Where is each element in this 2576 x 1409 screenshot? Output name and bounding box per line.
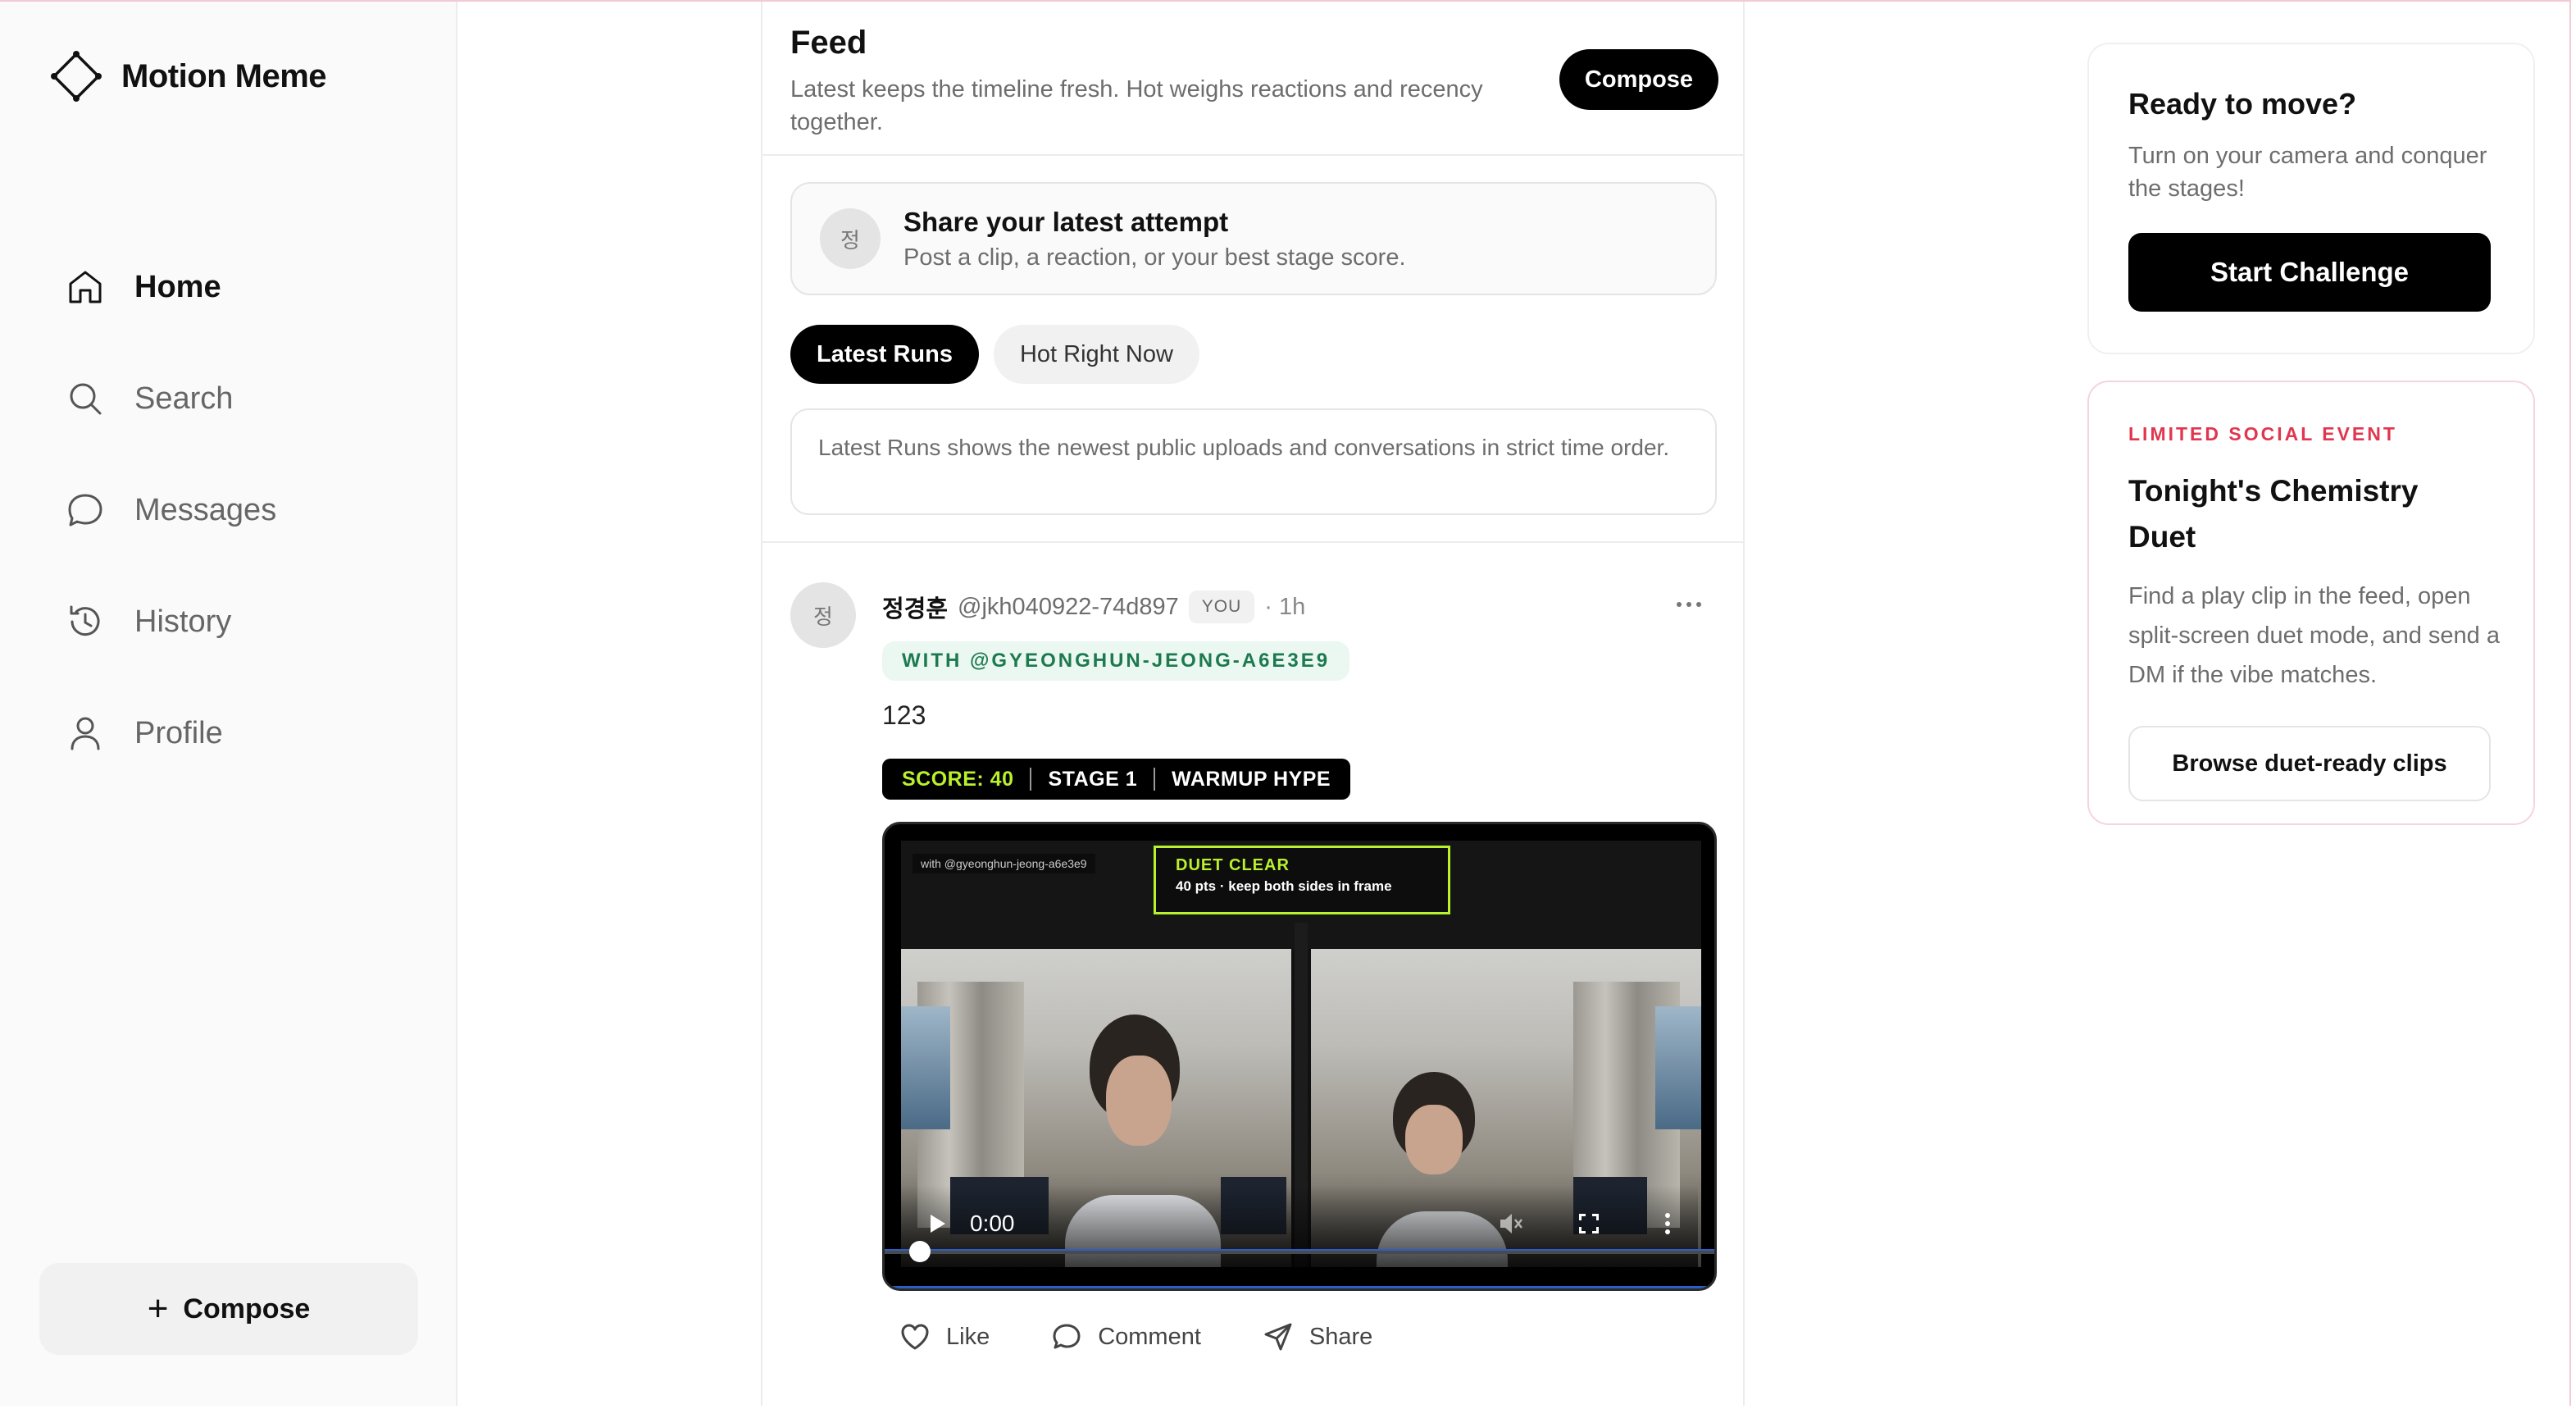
- event-card: LIMITED SOCIAL EVENT Tonight's Chemistry…: [2087, 381, 2535, 825]
- event-tag: LIMITED SOCIAL EVENT: [2128, 423, 2397, 445]
- duet-clear-subtitle: 40 pts · keep both sides in frame: [1176, 878, 1392, 894]
- video-controls-right: [1496, 1210, 1682, 1238]
- ready-card: Ready to move? Turn on your camera and c…: [2087, 43, 2535, 354]
- sidebar-item-label: Home: [134, 269, 221, 304]
- post-body: 정경훈 @jkh040922-74d897 YOU · 1h WITH @GYE…: [882, 582, 1717, 1351]
- video-progress-bar[interactable]: [885, 1241, 1714, 1262]
- sidebar-item-home[interactable]: Home: [64, 231, 276, 343]
- avatar: 정: [820, 208, 881, 269]
- sidebar-item-label: Profile: [134, 715, 223, 750]
- user-icon: [71, 717, 100, 750]
- home-icon: [69, 271, 102, 303]
- comment-icon: [1053, 1324, 1081, 1349]
- you-badge: YOU: [1188, 591, 1255, 623]
- feed-column: Feed Latest keeps the timeline fresh. Ho…: [761, 2, 1745, 1406]
- sidebar-item-label: History: [134, 604, 232, 639]
- ready-text: Turn on your camera and conquer the stag…: [2128, 143, 2487, 202]
- sidebar-nav: Home Search Messages History Profile: [64, 231, 276, 789]
- brand[interactable]: Motion Meme: [49, 49, 327, 103]
- person-face: [1405, 1105, 1463, 1174]
- divider: [1030, 768, 1032, 791]
- fullscreen-icon[interactable]: [1575, 1210, 1603, 1238]
- tab-latest-runs[interactable]: Latest Runs: [790, 325, 979, 384]
- sidebar-item-label: Search: [134, 381, 234, 416]
- video-player[interactable]: with @gyeonghun-jeong-a6e3e9 DUET CLEAR …: [882, 822, 1717, 1291]
- post-author-name[interactable]: 정경훈: [882, 590, 948, 624]
- video-progress-knob[interactable]: [909, 1241, 931, 1262]
- feed-subtitle: Latest keeps the timeline fresh. Hot wei…: [790, 76, 1483, 135]
- browse-duet-clips-button[interactable]: Browse duet-ready clips: [2128, 726, 2491, 801]
- sidebar-item-label: Messages: [134, 492, 277, 527]
- mode-label: WARMUP HYPE: [1172, 767, 1331, 791]
- sidebar: Motion Meme Home Search Messages History: [0, 2, 457, 1406]
- sidebar-item-messages[interactable]: Messages: [64, 454, 276, 566]
- feed-info-box: Latest Runs shows the newest public uplo…: [790, 408, 1717, 515]
- like-button[interactable]: Like: [899, 1320, 990, 1353]
- more-vertical-icon[interactable]: [1654, 1210, 1682, 1238]
- stage-label: STAGE 1: [1048, 767, 1138, 791]
- comment-button[interactable]: Comment: [1050, 1320, 1201, 1353]
- tab-hot-right-now[interactable]: Hot Right Now: [993, 325, 1199, 384]
- score-label: SCORE: 40: [902, 767, 1014, 791]
- feed-tabs: Latest Runs Hot Right Now: [790, 325, 1199, 384]
- like-label: Like: [946, 1323, 990, 1350]
- start-challenge-button[interactable]: Start Challenge: [2128, 233, 2491, 312]
- video-controls: 0:00: [901, 1185, 1698, 1267]
- sidebar-item-search[interactable]: Search: [64, 343, 276, 454]
- compose-button[interactable]: Compose: [1559, 49, 1718, 110]
- video-focus-outline: [885, 1286, 1714, 1288]
- post-avatar[interactable]: 정: [790, 582, 856, 648]
- with-collaborator-badge[interactable]: WITH @GYEONGHUN-JEONG-A6E3E9: [882, 641, 1350, 681]
- post-actions: Like Comment Share: [899, 1320, 1372, 1353]
- share-title: Share your latest attempt: [903, 206, 1229, 237]
- sidebar-compose-label: Compose: [183, 1293, 311, 1325]
- send-icon: [1264, 1323, 1292, 1351]
- sidebar-item-profile[interactable]: Profile: [64, 677, 276, 789]
- event-text: Find a play clip in the feed, open split…: [2128, 583, 2500, 688]
- window-shape: [1655, 1006, 1701, 1129]
- video-controls-row: 0:00: [922, 1210, 1682, 1238]
- post-text: 123: [882, 700, 926, 730]
- volume-muted-icon[interactable]: [1496, 1210, 1524, 1238]
- window-shape: [901, 1006, 950, 1129]
- share-button[interactable]: Share: [1262, 1320, 1372, 1353]
- sidebar-compose-button[interactable]: + Compose: [39, 1263, 418, 1355]
- divider: [1154, 768, 1156, 791]
- post-meta: 정경훈 @jkh040922-74d897 YOU · 1h: [882, 582, 1717, 632]
- motion-meme-logo-icon: [51, 51, 102, 102]
- more-options-icon[interactable]: [1673, 599, 1705, 610]
- video-with-label: with @gyeonghun-jeong-a6e3e9: [913, 854, 1095, 873]
- duet-clear-title: DUET CLEAR: [1176, 856, 1290, 874]
- plus-icon: +: [147, 1288, 169, 1329]
- divider: [762, 154, 1743, 156]
- ready-title: Ready to move?: [2128, 87, 2357, 121]
- feed-header: Feed Latest keeps the timeline fresh. Ho…: [790, 25, 1718, 139]
- share-attempt-box[interactable]: 정 Share your latest attempt Post a clip,…: [790, 182, 1717, 295]
- sidebar-item-history[interactable]: History: [64, 566, 276, 677]
- post-author-handle[interactable]: @jkh040922-74d897: [958, 594, 1179, 621]
- duet-clear-overlay: DUET CLEAR 40 pts · keep both sides in f…: [1154, 846, 1450, 914]
- comment-label: Comment: [1098, 1323, 1201, 1350]
- person-face: [1106, 1056, 1172, 1146]
- brand-name: Motion Meme: [121, 57, 327, 94]
- share-subtitle: Post a clip, a reaction, or your best st…: [903, 244, 1406, 271]
- message-icon: [68, 494, 102, 527]
- history-icon: [70, 605, 100, 636]
- share-label: Share: [1308, 1323, 1373, 1350]
- event-title: Tonight's Chemistry Duet: [2128, 474, 2419, 554]
- play-icon[interactable]: [922, 1210, 950, 1238]
- video-time: 0:00: [970, 1211, 1015, 1236]
- divider: [762, 541, 1743, 543]
- post-time: · 1h: [1264, 593, 1306, 620]
- app-window: Motion Meme Home Search Messages History: [0, 0, 2571, 1406]
- heart-icon: [901, 1324, 929, 1350]
- search-icon: [70, 383, 102, 415]
- score-bar: SCORE: 40 STAGE 1 WARMUP HYPE: [882, 759, 1351, 800]
